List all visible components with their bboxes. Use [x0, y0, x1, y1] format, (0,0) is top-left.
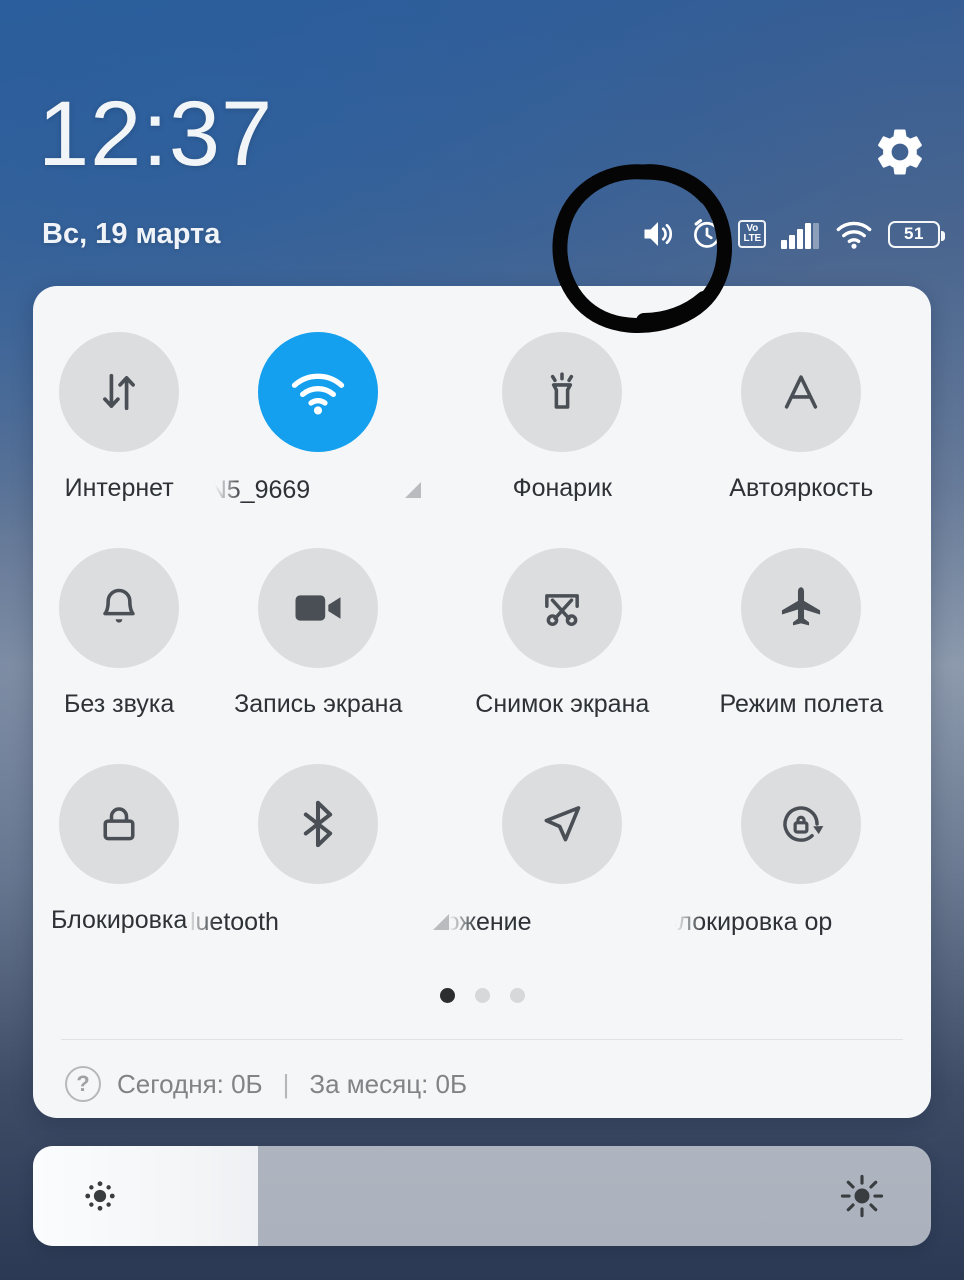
- data-usage-row[interactable]: ? Сегодня: 0Б | За месяц: 0Б: [33, 1040, 931, 1102]
- chevron-expand-icon[interactable]: [433, 914, 450, 930]
- brightness-slider-fill: [33, 1146, 258, 1246]
- page-indicator[interactable]: [33, 988, 931, 1003]
- page-dot-1[interactable]: [439, 988, 455, 1003]
- tile-label-marquee: Местоположение: [449, 906, 675, 938]
- tile-label-row: Ме Блокировка ор: [675, 906, 928, 938]
- lock-icon: [103, 807, 135, 841]
- tile-screen-record[interactable]: Запись экрана: [187, 548, 449, 764]
- tile-label: Блокировка: [51, 906, 188, 934]
- screenshot-scissors-icon: [545, 594, 580, 626]
- tile-label: Ме Блокировка ор: [675, 908, 833, 936]
- tile-orientation-lock[interactable]: Ме Блокировка ор: [675, 764, 928, 980]
- tile-airplane-mode[interactable]: Режим полета: [675, 548, 927, 764]
- tile-lock[interactable]: Блокировка: [51, 764, 187, 980]
- tile-icon-wrap: [741, 764, 862, 884]
- data-transfer-icon: [103, 373, 136, 411]
- tile-auto-brightness[interactable]: Автояркость: [675, 332, 927, 548]
- tile-silent[interactable]: Без звука: [51, 548, 187, 764]
- lockscreen-date: Вс, 19 марта: [42, 218, 221, 250]
- tile-internet[interactable]: Интернет: [51, 332, 187, 548]
- question-mark-icon[interactable]: ?: [65, 1066, 101, 1102]
- tile-label-row: Местоположение: [449, 906, 675, 938]
- chevron-expand-icon[interactable]: [405, 482, 422, 498]
- tile-icon-wrap: [59, 548, 180, 668]
- brightness-slider[interactable]: [33, 1146, 931, 1246]
- tile-label: Снимок экрана: [475, 690, 650, 718]
- gear-icon: [878, 129, 922, 175]
- quick-settings-panel: Интернет ON5_9669: [33, 286, 931, 1118]
- tile-label: Без звука: [64, 690, 175, 718]
- tile-bluetooth[interactable]: Bluetooth: [187, 764, 450, 980]
- rotation-lock-icon: [783, 806, 824, 842]
- tile-label: Интернет: [64, 474, 174, 502]
- tile-label-marquee: Ме Блокировка ор: [675, 906, 928, 938]
- cellular-signal-icon: [780, 218, 820, 250]
- bluetooth-icon: [304, 800, 333, 848]
- usage-today: Сегодня: 0Б: [117, 1068, 263, 1099]
- tile-label: Запись экрана: [234, 690, 403, 718]
- page-dot-2[interactable]: [474, 988, 490, 1003]
- status-bar-icons: Vo LTE 51: [640, 216, 945, 252]
- tile-icon-wrap: [258, 764, 379, 884]
- tile-label-row: Bluetooth: [187, 906, 450, 938]
- tile-icon-wrap: [258, 548, 379, 668]
- tile-icon-wrap: [258, 332, 379, 452]
- tile-screenshot[interactable]: Снимок экрана: [449, 548, 675, 764]
- camcorder-icon: [295, 595, 341, 621]
- auto-brightness-icon: [785, 375, 818, 409]
- wifi-icon: [834, 218, 874, 250]
- brightness-high-icon: [837, 1171, 887, 1221]
- alarm-clock-icon: [690, 217, 724, 251]
- tile-label: Местоположение: [449, 908, 532, 936]
- brightness-low-icon: [77, 1173, 123, 1219]
- tile-icon-wrap: [502, 548, 623, 668]
- lockscreen-clock: 12:37: [38, 83, 274, 185]
- tile-label-marquee: ON5_9669: [215, 474, 391, 506]
- tile-icon-wrap: [502, 764, 623, 884]
- quick-settings-tiles: Интернет ON5_9669: [33, 286, 931, 980]
- battery-percent: 51: [904, 224, 924, 243]
- tile-icon-wrap: [741, 332, 862, 452]
- quick-settings-screen: 12:37 Вс, 19 марта Vo LTE 51 Интернет N5…: [0, 0, 964, 1280]
- usage-month: За месяц: 0Б: [309, 1068, 468, 1099]
- tile-flashlight[interactable]: Фонарик: [449, 332, 675, 548]
- tile-label: Bluetooth: [187, 908, 279, 936]
- tile-icon-wrap: [502, 332, 623, 452]
- tile-label: Автояркость: [729, 474, 874, 502]
- flashlight-icon: [551, 372, 574, 409]
- tile-label: Режим полета: [719, 690, 884, 718]
- settings-gear-button[interactable]: [872, 124, 928, 185]
- page-dot-3[interactable]: [509, 988, 525, 1003]
- tile-icon-wrap: [59, 332, 180, 452]
- tile-icon-wrap: [741, 548, 862, 668]
- tile-icon-wrap: [59, 764, 180, 884]
- tile-wifi[interactable]: ON5_9669: [187, 332, 449, 548]
- tile-label-marquee: Bluetooth: [187, 906, 419, 938]
- tile-label: Фонарик: [512, 474, 612, 502]
- airplane-icon: [782, 587, 821, 626]
- tile-location[interactable]: Местоположение: [449, 764, 675, 980]
- wifi-icon: [292, 373, 345, 415]
- volte-icon: Vo LTE: [738, 220, 766, 248]
- usage-separator: |: [282, 1068, 290, 1099]
- tile-label: ON5_9669: [215, 476, 311, 504]
- bell-icon: [103, 588, 135, 623]
- location-arrow-icon: [544, 806, 581, 842]
- battery-icon: 51: [888, 220, 945, 248]
- volume-icon: [640, 216, 676, 252]
- tile-label-row: ON5_9669: [187, 474, 449, 506]
